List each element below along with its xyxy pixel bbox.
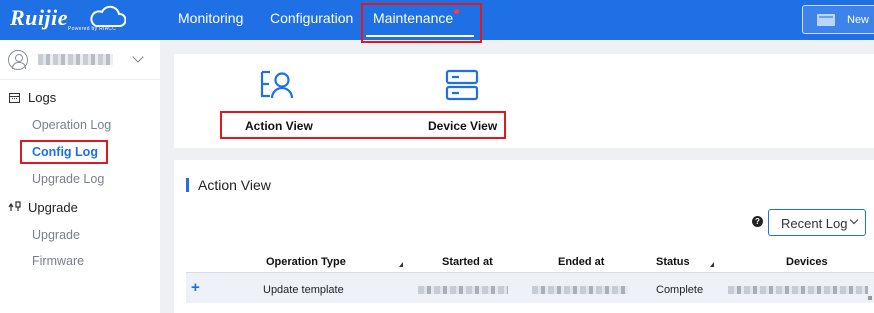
ruijie-logo[interactable]: Ruijie Powered by RIACC	[8, 4, 140, 36]
cell-status: Complete	[656, 284, 704, 296]
cell-devices-redacted	[728, 286, 868, 294]
sidebar-item-firmware[interactable]: Firmware	[32, 254, 84, 268]
help-icon[interactable]: ?	[752, 216, 763, 227]
sidebar-group-logs[interactable]: Logs	[28, 90, 56, 105]
window-icon	[817, 14, 835, 26]
user-name-redacted	[38, 54, 113, 65]
new-button[interactable]: New	[802, 5, 874, 34]
cell-ended-at-redacted	[532, 286, 628, 294]
cell-started-at-redacted	[418, 286, 508, 294]
nav-monitoring[interactable]: Monitoring	[178, 10, 243, 26]
section-title: Action View	[198, 177, 271, 193]
highlight-config-log	[20, 140, 108, 164]
highlight-view-switch	[220, 111, 506, 139]
section-accent-bar	[186, 178, 189, 192]
chevron-down-icon	[849, 215, 859, 225]
column-started-at: Started at	[442, 256, 493, 268]
sidebar-item-operation-log[interactable]: Operation Log	[32, 118, 111, 132]
user-menu[interactable]	[0, 40, 160, 80]
action-view-icon[interactable]	[258, 68, 296, 102]
scroll-indicator[interactable]	[868, 296, 872, 300]
sidebar-item-upgrade-log[interactable]: Upgrade Log	[32, 172, 104, 186]
highlight-maintenance	[361, 3, 482, 43]
avatar-icon	[8, 50, 28, 70]
sidebar-group-upgrade[interactable]: Upgrade	[28, 200, 78, 215]
new-button-label: New	[847, 14, 870, 26]
upgrade-icon	[8, 201, 21, 211]
logo-text: Ruijie	[10, 5, 69, 30]
cell-operation-type: Update template	[263, 284, 344, 296]
column-operation-type: Operation Type	[266, 256, 346, 268]
device-view-icon[interactable]	[445, 69, 479, 101]
sidebar-item-upgrade[interactable]: Upgrade	[32, 228, 80, 242]
chevron-down-icon[interactable]	[132, 51, 144, 63]
sort-icon[interactable]	[399, 262, 403, 267]
calendar-icon	[9, 93, 20, 103]
nav-configuration[interactable]: Configuration	[270, 10, 353, 26]
sort-icon[interactable]	[710, 262, 714, 267]
logo-tagline: Powered by RIACC	[68, 26, 117, 32]
expand-row-icon[interactable]: +	[191, 279, 200, 296]
column-ended-at: Ended at	[558, 256, 605, 268]
log-range-select[interactable]: Recent Log	[768, 209, 866, 236]
log-range-value: Recent Log	[781, 216, 848, 231]
column-status: Status	[656, 256, 690, 268]
column-devices: Devices	[786, 256, 828, 268]
